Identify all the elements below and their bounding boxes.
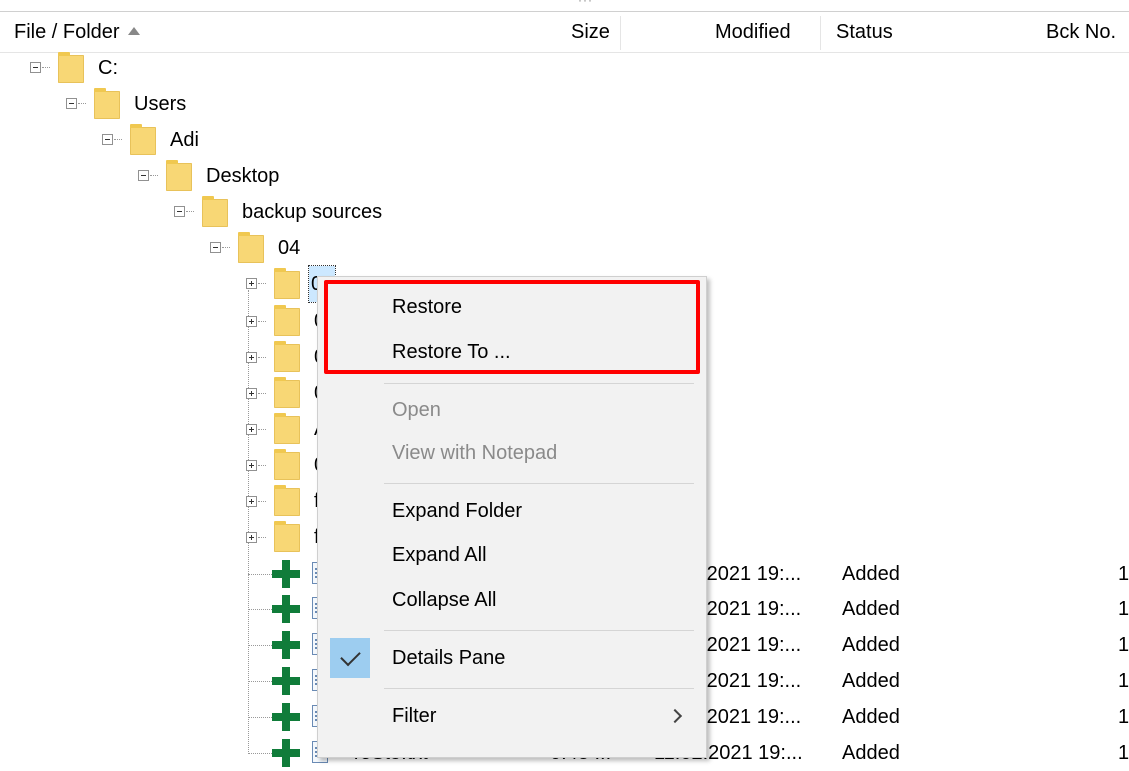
folder-icon <box>274 485 300 516</box>
tree-item-adi[interactable]: Adi <box>170 122 199 158</box>
file-bck-no: 1 <box>1118 706 1129 728</box>
tree-item-backup-sources[interactable]: backup sources <box>242 194 382 230</box>
file-bck-no: 1 <box>1118 563 1129 585</box>
menu-item-label: Collapse All <box>392 589 497 611</box>
file-bck-no: 1 <box>1118 670 1129 692</box>
tree-expand-icon[interactable] <box>246 388 257 399</box>
menu-item-label: Filter <box>392 705 437 727</box>
tree-connector <box>258 465 266 466</box>
file-status: Added <box>842 670 900 692</box>
tree-connector <box>258 537 266 538</box>
tree-expand-icon[interactable] <box>246 278 257 289</box>
folder-icon <box>274 268 300 299</box>
tree-item-users[interactable]: Users <box>134 86 186 122</box>
menu-item-collapse-all[interactable]: Collapse All <box>318 580 706 620</box>
tree-expand-icon[interactable] <box>246 532 257 543</box>
tree-connector <box>222 247 230 248</box>
tree-expand-icon[interactable] <box>246 352 257 363</box>
chevron-right-icon <box>667 708 683 724</box>
tree-expand-icon[interactable] <box>246 424 257 435</box>
tree-connector <box>258 283 266 284</box>
menu-separator <box>384 383 694 384</box>
menu-item-expand-all[interactable]: Expand All <box>318 535 706 575</box>
tree-item-desktop[interactable]: Desktop <box>206 158 279 194</box>
file-status: Added <box>842 598 900 620</box>
folder-icon <box>58 52 84 83</box>
tree-connector <box>248 681 272 682</box>
tree-connector <box>258 393 266 394</box>
file-status: Added <box>842 563 900 585</box>
tree-item-drive[interactable]: C: <box>98 50 118 86</box>
added-plus-icon <box>272 703 300 731</box>
tree-connector <box>248 717 272 718</box>
tree-expand-icon[interactable] <box>246 316 257 327</box>
added-plus-icon <box>272 667 300 695</box>
tree-connector <box>258 321 266 322</box>
file-bck-no: 1 <box>1118 742 1129 764</box>
menu-item-expand-folder[interactable]: Expand Folder <box>318 491 706 531</box>
menu-item-label: Details Pane <box>392 647 506 669</box>
folder-icon <box>238 232 264 263</box>
file-bck-no: 1 <box>1118 598 1129 620</box>
tree-expand-icon[interactable] <box>246 460 257 471</box>
tree-connector <box>42 67 50 68</box>
file-status: Added <box>842 634 900 656</box>
menu-item-label: Expand Folder <box>392 500 523 522</box>
tree-collapse-icon[interactable] <box>210 242 221 253</box>
tree-connector <box>258 429 266 430</box>
tree-collapse-icon[interactable] <box>138 170 149 181</box>
menu-item-label: View with Notepad <box>392 442 558 464</box>
file-status: Added <box>842 706 900 728</box>
tree-item-04[interactable]: 04 <box>278 230 300 266</box>
folder-icon <box>274 521 300 552</box>
folder-icon <box>274 305 300 336</box>
menu-separator <box>384 688 694 689</box>
tree-connector <box>248 645 272 646</box>
folder-icon <box>274 377 300 408</box>
menu-item-view-with-notepad: View with Notepad <box>318 433 706 473</box>
folder-icon <box>274 413 300 444</box>
menu-item-details-pane[interactable]: Details Pane <box>318 638 706 678</box>
added-plus-icon <box>272 631 300 659</box>
menu-item-filter[interactable]: Filter <box>318 696 706 736</box>
folder-icon <box>166 160 192 191</box>
folder-icon <box>202 196 228 227</box>
tree-connector <box>186 211 194 212</box>
tree-connector <box>258 357 266 358</box>
file-bck-no: 1 <box>1118 634 1129 656</box>
restore-options-highlight <box>324 280 700 374</box>
added-plus-icon <box>272 595 300 623</box>
menu-item-label: Open <box>392 399 441 421</box>
folder-icon <box>130 124 156 155</box>
folder-icon <box>274 449 300 480</box>
tree-connector <box>258 501 266 502</box>
tree-connector <box>150 175 158 176</box>
menu-item-open: Open <box>318 390 706 430</box>
menu-item-label: Expand All <box>392 544 487 566</box>
tree-collapse-icon[interactable] <box>102 134 113 145</box>
added-plus-icon <box>272 560 300 588</box>
menu-separator <box>384 630 694 631</box>
tree-connector <box>78 103 86 104</box>
tree-connector <box>248 609 272 610</box>
tree-connector <box>248 574 272 575</box>
folder-icon <box>94 88 120 119</box>
tree-connector <box>248 753 272 754</box>
folder-icon <box>274 341 300 372</box>
tree-collapse-icon[interactable] <box>66 98 77 109</box>
file-status: Added <box>842 742 900 764</box>
tree-connector <box>114 139 122 140</box>
tree-collapse-icon[interactable] <box>174 206 185 217</box>
menu-separator <box>384 483 694 484</box>
tree-collapse-icon[interactable] <box>30 62 41 73</box>
tree-expand-icon[interactable] <box>246 496 257 507</box>
